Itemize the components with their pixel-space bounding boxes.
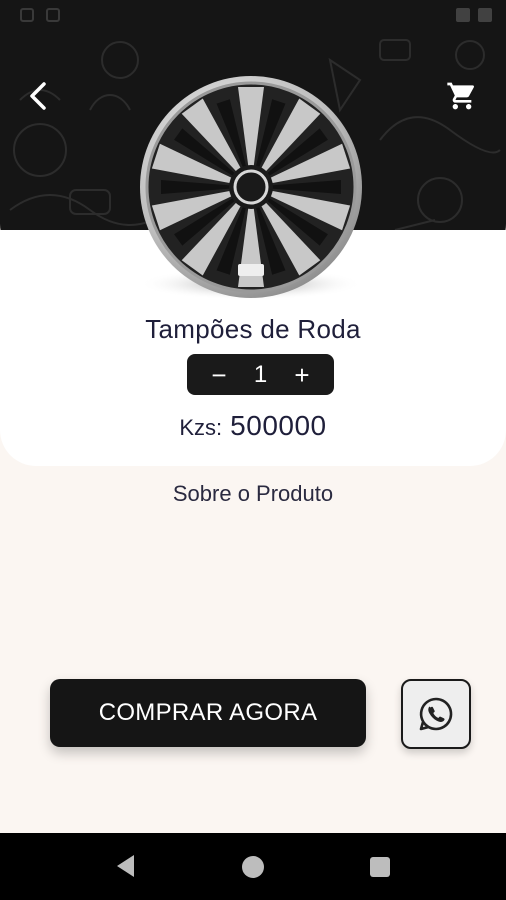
price-amount: 500000 — [230, 410, 327, 441]
quantity-value: 1 — [253, 360, 268, 388]
product-name: Tampões de Roda — [145, 314, 361, 344]
buy-now-button[interactable]: COMPRAR AGORA — [50, 679, 366, 747]
whatsapp-icon — [419, 697, 453, 731]
wheel-cover-image — [128, 72, 374, 308]
price-row: Kzs: 500000 — [0, 410, 506, 442]
nav-recents-icon[interactable] — [370, 857, 390, 877]
quantity-stepper: − 1 + — [187, 354, 334, 395]
nav-back-icon[interactable] — [114, 853, 136, 879]
about-product-label[interactable]: Sobre o Produto — [0, 481, 506, 507]
chevron-left-icon — [30, 82, 46, 110]
decrement-button[interactable]: − — [207, 362, 231, 388]
cart-button[interactable] — [444, 76, 480, 116]
status-bar — [0, 0, 506, 34]
price-currency: Kzs: — [179, 415, 223, 440]
system-navigation-bar — [0, 833, 506, 900]
shopping-cart-icon — [447, 82, 475, 110]
nav-home-icon[interactable] — [242, 856, 264, 878]
back-button[interactable] — [20, 76, 56, 116]
increment-button[interactable]: + — [290, 362, 314, 388]
whatsapp-button[interactable] — [401, 679, 471, 749]
